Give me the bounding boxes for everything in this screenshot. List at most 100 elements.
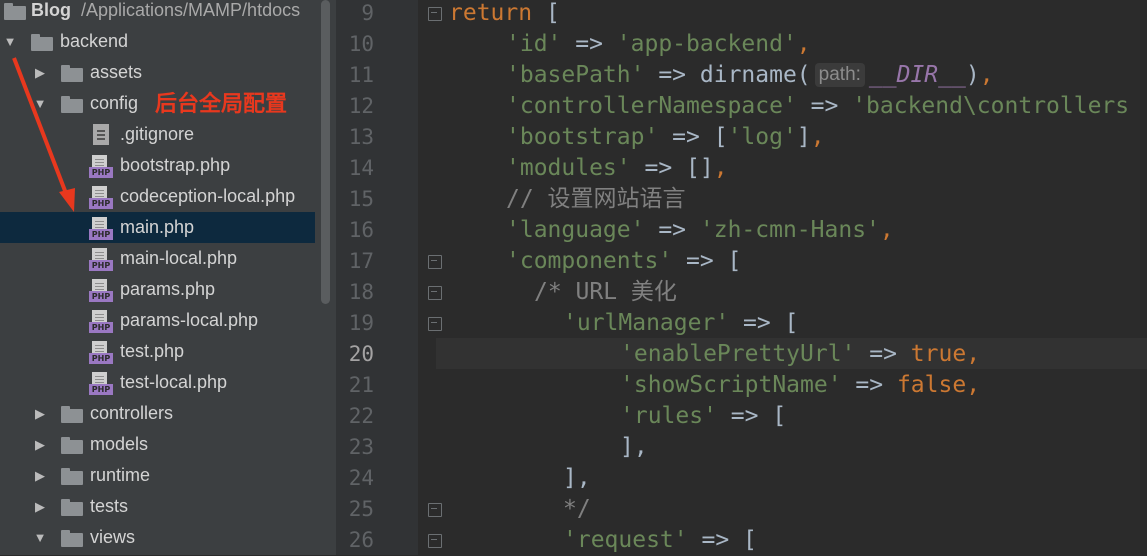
tree-item-bootstrap-php[interactable]: PHP bootstrap.php	[0, 150, 315, 181]
folder-icon	[61, 65, 83, 82]
chevron-right-icon[interactable]: ▶	[33, 491, 47, 522]
code-line[interactable]: 'components' => [	[506, 246, 741, 277]
code-token: /* URL 美化	[534, 279, 677, 305]
fold-marker-icon[interactable]	[428, 534, 442, 548]
fold-marker-icon[interactable]	[428, 286, 442, 300]
line-number: 12	[348, 94, 374, 118]
code-line[interactable]: ],	[620, 432, 648, 463]
tree-scrollbar-thumb[interactable]	[321, 0, 330, 304]
code-token: ,	[879, 217, 894, 243]
chevron-right-icon[interactable]: ▶	[33, 57, 47, 88]
code-token: ,	[796, 31, 811, 57]
chevron-down-icon[interactable]: ▼	[33, 88, 47, 119]
fold-marker-icon[interactable]	[428, 503, 442, 517]
tree-item-main-local-php[interactable]: PHP main-local.php	[0, 243, 315, 274]
chevron-down-icon[interactable]: ▼	[33, 522, 47, 553]
code-line[interactable]: 'id' => 'app-backend',	[506, 29, 811, 60]
parameter-hint: path:	[814, 63, 865, 87]
chevron-right-icon[interactable]: ▶	[33, 398, 47, 429]
code-line[interactable]: 'language' => 'zh-cmn-Hans',	[506, 215, 894, 246]
tree-item-label: views	[90, 527, 136, 547]
chevron-right-icon[interactable]: ▶	[33, 429, 47, 460]
line-number: 11	[348, 63, 374, 87]
line-number: 14	[348, 156, 374, 180]
code-token: )	[965, 62, 980, 88]
tree-item-assets[interactable]: ▶ assets	[0, 57, 315, 88]
code-token: 'rules'	[620, 403, 717, 429]
code-token: ,	[713, 155, 728, 181]
tree-item-models[interactable]: ▶ models	[0, 429, 315, 460]
tree-item-gitignore[interactable]: .gitignore	[0, 119, 315, 150]
code-token: [	[532, 0, 560, 26]
code-line[interactable]: 'controllerNamespace' => 'backend\contro…	[506, 91, 1129, 122]
tree-item-label: models	[90, 434, 149, 454]
code-line[interactable]: return [	[449, 0, 560, 29]
code-token: 'controllerNamespace'	[506, 93, 797, 119]
tree-item-label: runtime	[90, 465, 151, 485]
line-number: 15	[348, 187, 374, 211]
code-token: return	[449, 0, 533, 26]
code-line[interactable]: 'bootstrap' => ['log'],	[506, 122, 825, 153]
code-token: 'basePath'	[506, 62, 645, 88]
tree-scrollbar[interactable]	[318, 0, 336, 555]
code-line[interactable]: 'request' => [	[563, 525, 757, 556]
code-token: dirname(	[699, 62, 811, 88]
code-line[interactable]: 'basePath' => dirname(path: __DIR__),	[506, 60, 994, 91]
code-line[interactable]: 'enablePrettyUrl' => true,	[620, 339, 980, 370]
code-token: 'backend\controllers	[852, 93, 1130, 119]
project-tree-panel: Blog /Applications/MAMP/htdocs ▼ backend ▶…	[0, 0, 318, 555]
line-number: 26	[348, 528, 374, 552]
code-token: =>	[644, 217, 700, 243]
tree-item-codeception-local-php[interactable]: PHP codeception-local.php	[0, 181, 315, 212]
line-number: 24	[348, 466, 374, 490]
tree-item-runtime[interactable]: ▶ runtime	[0, 460, 315, 491]
tree-item-label: params-local.php	[120, 310, 259, 330]
folder-icon	[31, 34, 53, 51]
tree-item-backend[interactable]: ▼ backend	[0, 26, 315, 57]
php-file-icon: PHP	[89, 279, 113, 302]
line-number: 25	[348, 497, 374, 521]
code-line[interactable]: 'urlManager' => [	[563, 308, 798, 339]
code-line[interactable]: 'modules' => [],	[506, 153, 728, 184]
line-number: 18	[348, 280, 374, 304]
code-token: 'app-backend'	[616, 31, 797, 57]
code-line[interactable]: 'rules' => [	[620, 401, 786, 432]
tree-item-controllers[interactable]: ▶ controllers	[0, 398, 315, 429]
tree-item-test-local-php[interactable]: PHP test-local.php	[0, 367, 315, 398]
folder-icon	[61, 96, 83, 113]
line-number: 9	[361, 1, 374, 25]
line-number: 17	[348, 249, 374, 273]
tree-item-params-local-php[interactable]: PHP params-local.php	[0, 305, 315, 336]
code-line[interactable]: // 设置网站语言	[506, 184, 686, 215]
code-token: 'urlManager'	[563, 310, 730, 336]
tree-item-label: .gitignore	[120, 124, 195, 144]
tree-item-views[interactable]: ▼ views	[0, 522, 315, 553]
code-token: 'components'	[506, 248, 673, 274]
code-token: ],	[620, 434, 648, 460]
code-line[interactable]: */	[563, 494, 591, 525]
folder-icon	[61, 499, 83, 516]
folder-icon	[61, 468, 83, 485]
code-token: => []	[630, 155, 714, 181]
project-header[interactable]: Blog /Applications/MAMP/htdocs	[0, 0, 315, 26]
php-file-icon: PHP	[89, 248, 113, 271]
chevron-right-icon[interactable]: ▶	[33, 460, 47, 491]
tree-item-params-php[interactable]: PHP params.php	[0, 274, 315, 305]
code-line[interactable]: /* URL 美化	[534, 277, 677, 308]
code-token: ,	[979, 62, 994, 88]
code-line[interactable]: ],	[563, 463, 591, 494]
fold-marker-icon[interactable]	[428, 7, 442, 21]
fold-marker-icon[interactable]	[428, 255, 442, 269]
tree-item-test-php[interactable]: PHP test.php	[0, 336, 315, 367]
code-token: __DIR__	[868, 62, 966, 88]
code-token: */	[563, 496, 591, 522]
code-token: 'modules'	[506, 155, 631, 181]
code-token: ,	[810, 124, 825, 150]
php-file-icon: PHP	[89, 217, 113, 240]
code-line[interactable]: 'showScriptName' => false,	[620, 370, 980, 401]
fold-marker-icon[interactable]	[428, 317, 442, 331]
tree-item-main-php[interactable]: PHP main.php	[0, 212, 315, 243]
chevron-down-icon[interactable]: ▼	[3, 26, 17, 57]
tree-item-tests[interactable]: ▶ tests	[0, 491, 315, 522]
code-token: ,	[966, 341, 981, 367]
